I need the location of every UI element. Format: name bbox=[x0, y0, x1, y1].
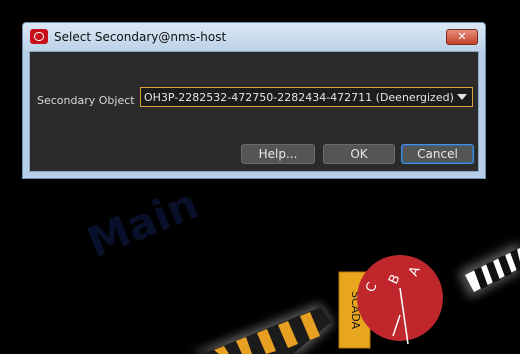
oracle-app-icon bbox=[30, 29, 48, 44]
help-button[interactable]: Help... bbox=[241, 144, 315, 164]
secondary-object-select[interactable]: OH3P-2282532-472750-2282434-472711 (Deen… bbox=[140, 87, 473, 107]
ok-button[interactable]: OK bbox=[323, 144, 395, 164]
conductor-segment-left[interactable] bbox=[190, 303, 334, 354]
dialog-titlebar[interactable]: Select Secondary@nms-host ✕ bbox=[23, 23, 485, 51]
select-secondary-dialog: Select Secondary@nms-host ✕ Secondary Ob… bbox=[22, 22, 486, 179]
cancel-button[interactable]: Cancel bbox=[401, 144, 474, 164]
secondary-object-label: Secondary Object bbox=[37, 94, 135, 107]
secondary-object-value: OH3P-2282532-472750-2282434-472711 (Deen… bbox=[144, 91, 454, 104]
close-button[interactable]: ✕ bbox=[446, 29, 478, 45]
dropdown-arrow-icon[interactable] bbox=[457, 94, 467, 100]
dialog-title: Select Secondary@nms-host bbox=[54, 30, 227, 44]
map-watermark: Main bbox=[80, 179, 204, 267]
close-icon: ✕ bbox=[457, 30, 467, 43]
conductor-segment-right[interactable] bbox=[458, 242, 520, 298]
